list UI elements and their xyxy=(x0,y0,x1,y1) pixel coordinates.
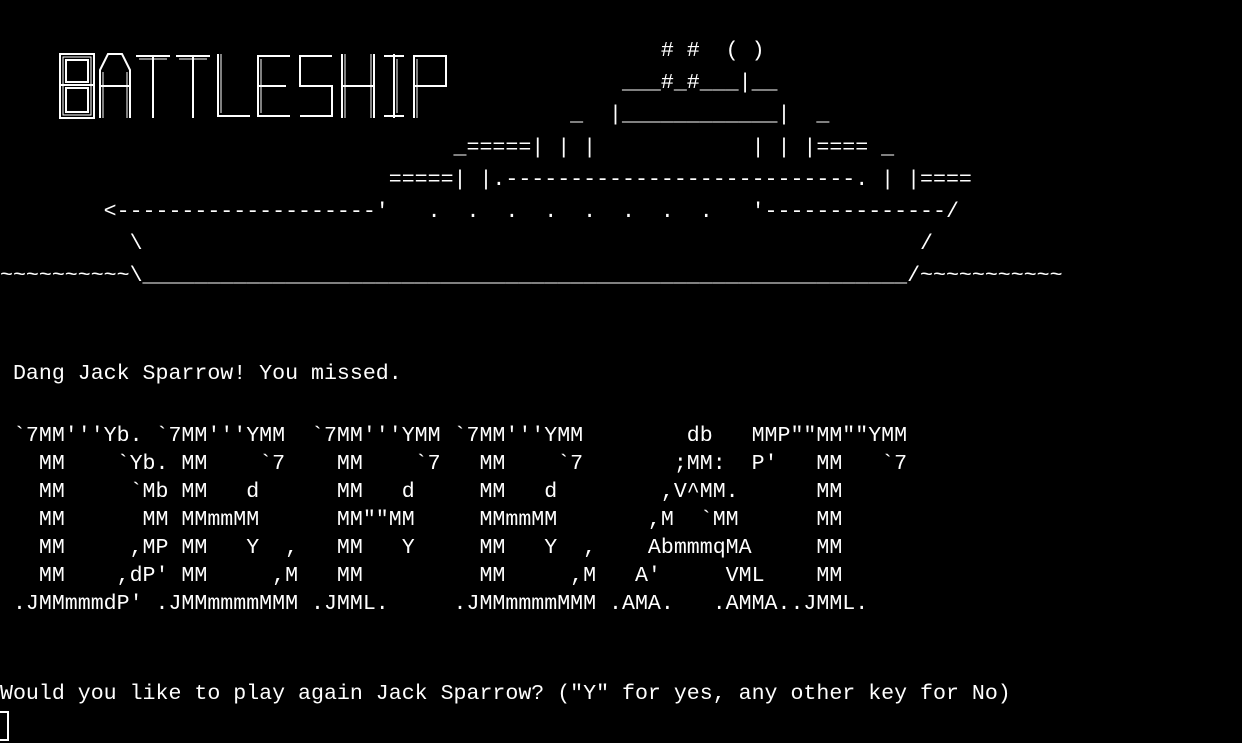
result-art-line: MM `Yb. MM `7 MM `7 MM `7 ;MM: P' MM `7 xyxy=(0,452,908,476)
result-art-line: MM `Mb MM d MM d MM d ,V^MM. MM xyxy=(0,480,843,504)
ship-art-line: <--------------------' . . . . . . . . '… xyxy=(0,200,959,225)
terminal-window[interactable]: # # ( ) ___#_#___|__ _ |____________| _ … xyxy=(0,0,1242,743)
result-art-line: .JMMmmmdP' .JMMmmmmMMM .JMML. .JMMmmmmMM… xyxy=(0,592,869,616)
ship-art-line: =====| |.---------------------------. | … xyxy=(0,167,972,192)
battleship-ship-art: # # ( ) ___#_#___|__ _ |____________| _ … xyxy=(0,35,1063,293)
result-art-line: `7MM'''Yb. `7MM'''YMM `7MM'''YMM `7MM'''… xyxy=(0,424,908,448)
ship-art-line: _ |____________| _ xyxy=(0,103,830,128)
defeat-ascii-art: `7MM'''Yb. `7MM'''YMM `7MM'''YMM `7MM'''… xyxy=(0,422,907,618)
ship-art-line: _=====| | | | | |==== _ xyxy=(0,135,895,160)
ship-art-line: ___#_#___|__ xyxy=(0,71,778,96)
result-art-line: MM ,dP' MM ,M MM MM ,M A' VML MM xyxy=(0,564,843,588)
ship-art-line: ~~~~~~~~~~\_____________________________… xyxy=(0,264,1063,289)
result-art-line: MM MM MMmmMM MM""MM MMmmMM ,M `MM MM xyxy=(0,508,843,532)
ship-art-line: \ / xyxy=(0,232,934,257)
ship-art-line: # # ( ) xyxy=(0,39,765,63)
play-again-prompt: Would you like to play again Jack Sparro… xyxy=(0,682,1011,706)
text-cursor[interactable] xyxy=(0,711,9,741)
miss-message: Dang Jack Sparrow! You missed. xyxy=(0,362,402,386)
result-art-line: MM ,MP MM Y , MM Y MM Y , AbmmmqMA MM xyxy=(0,536,843,560)
